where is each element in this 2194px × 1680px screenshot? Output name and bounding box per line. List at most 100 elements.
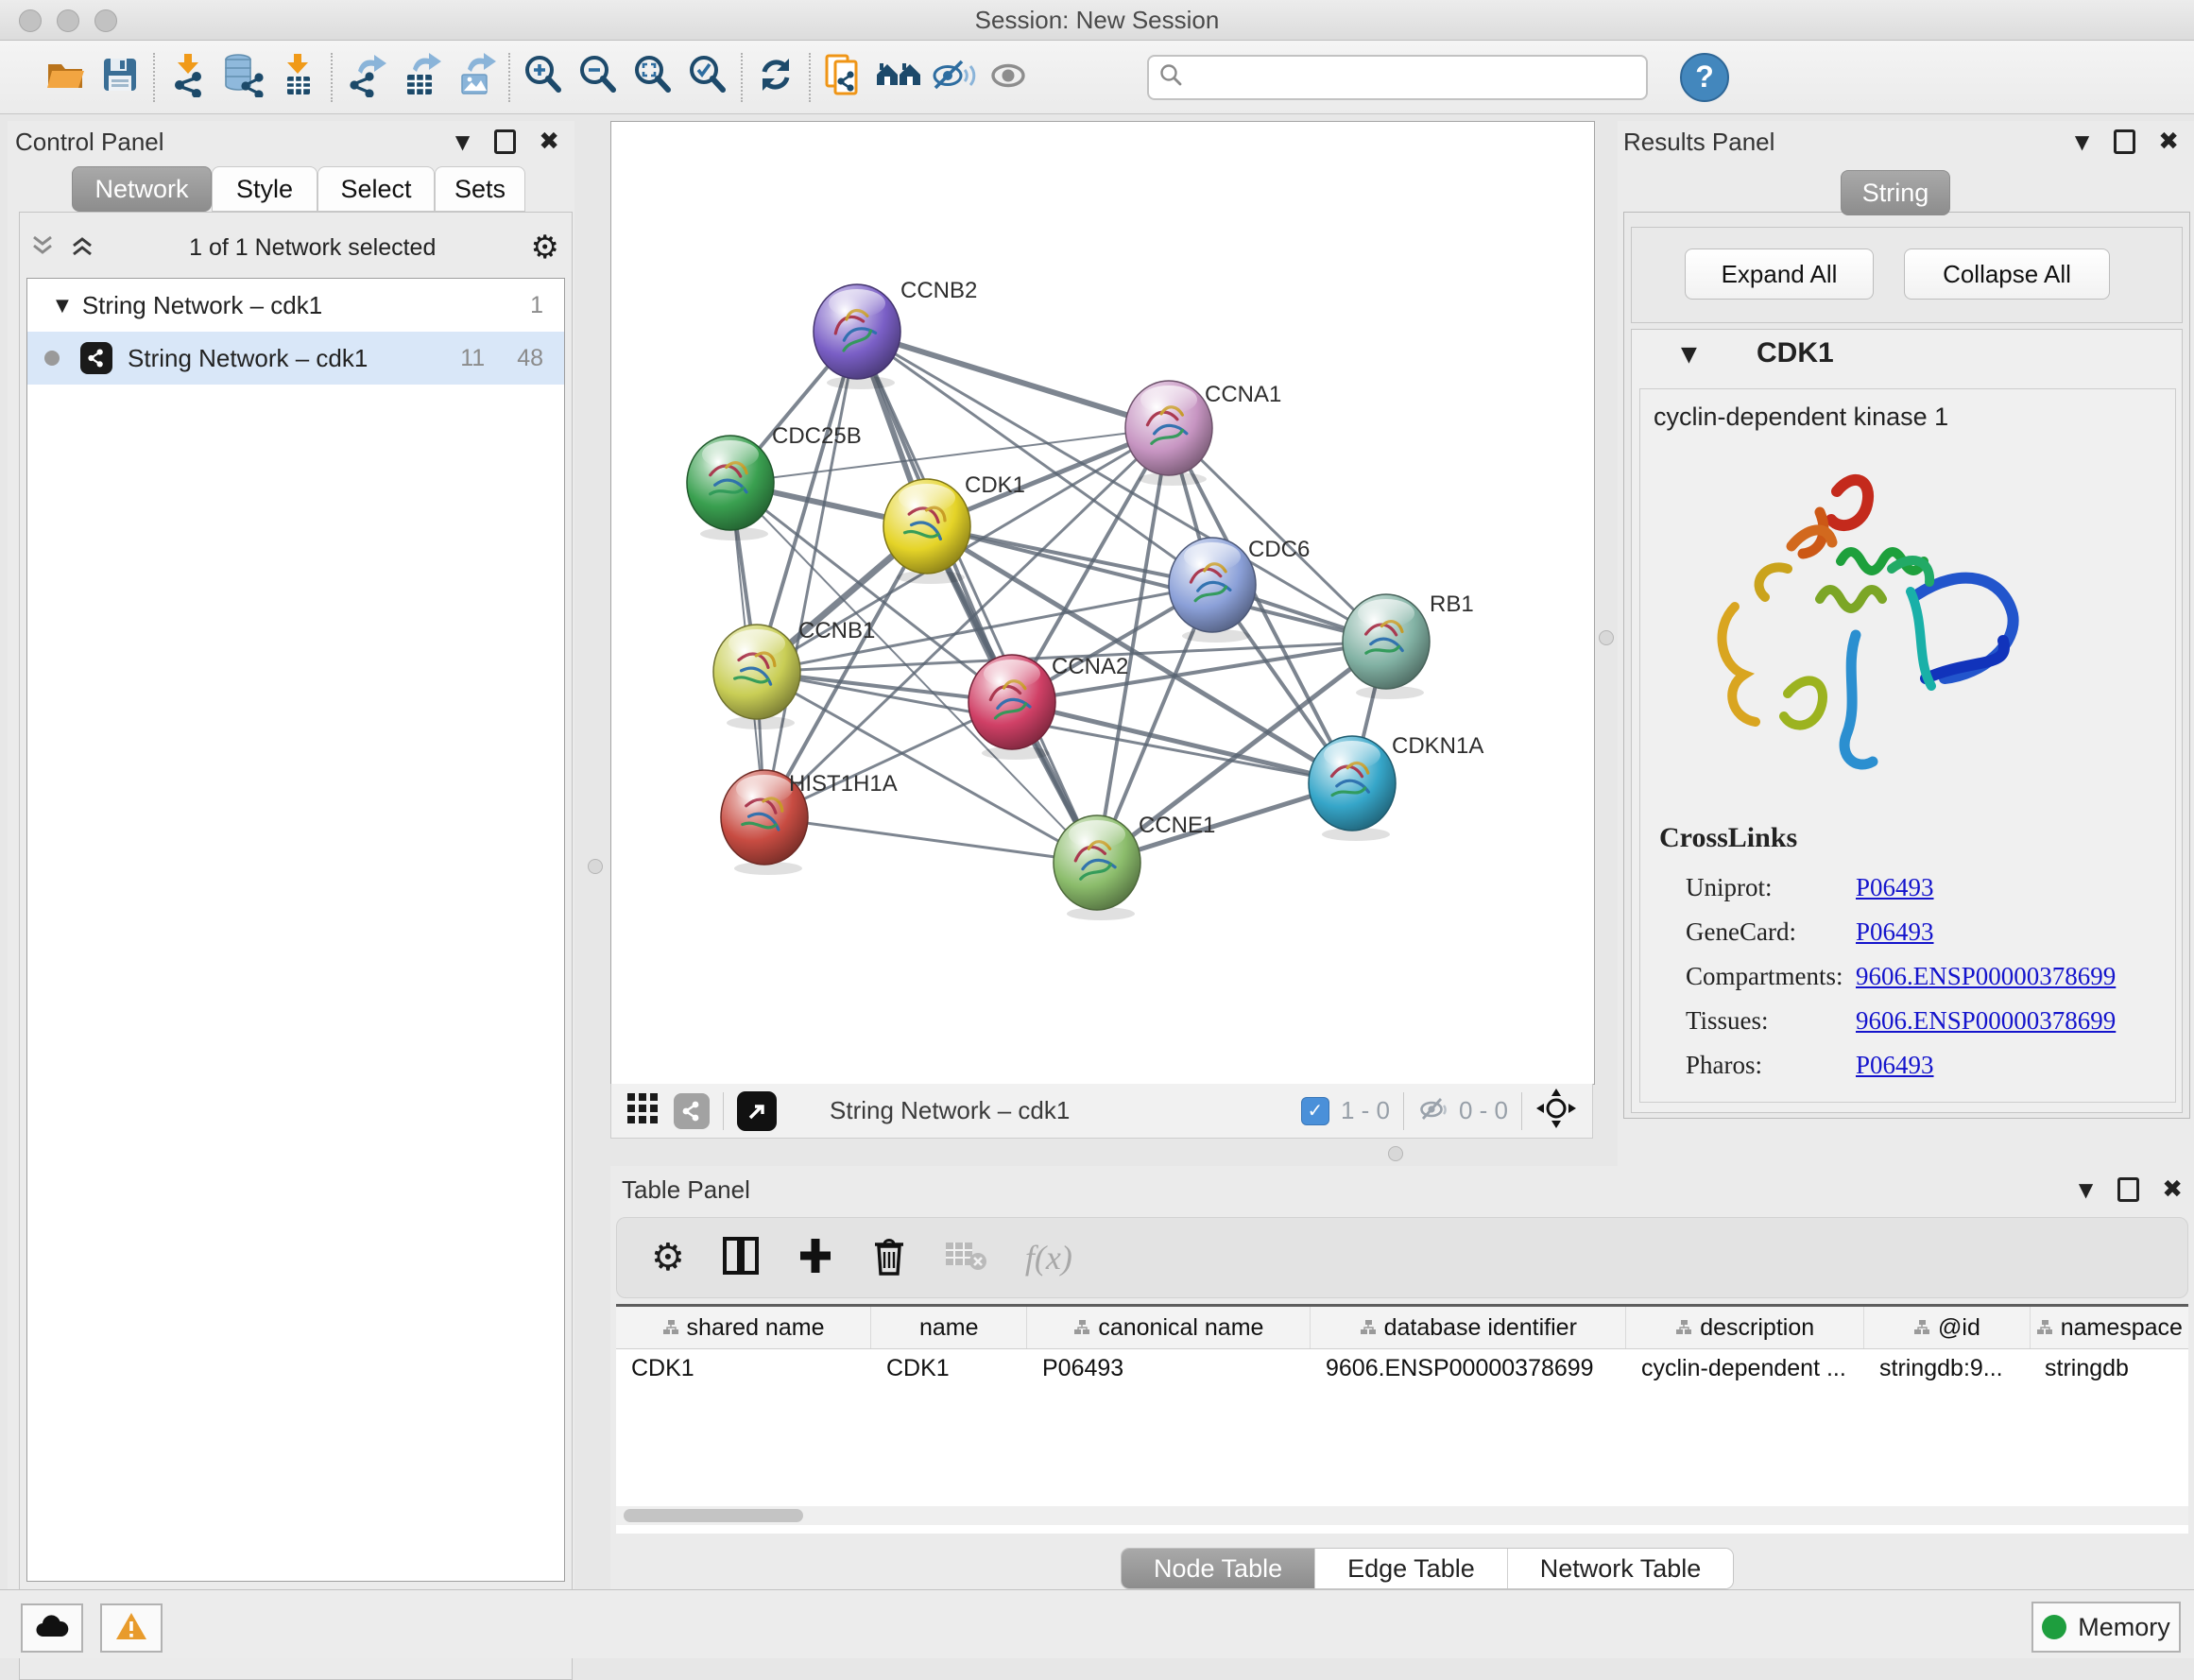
crosslink-value[interactable]: P06493 [1856, 873, 1934, 902]
zoom-selected-icon [685, 52, 730, 102]
add-column-icon[interactable] [797, 1235, 834, 1281]
gene-expander-icon[interactable]: ▼ [1681, 343, 1697, 367]
panel-collapse-button[interactable]: ▼ [455, 130, 470, 153]
hide-annotations-button[interactable] [926, 50, 981, 105]
control-panel-title: Control Panel [15, 128, 164, 157]
grid-view-icon[interactable] [626, 1092, 659, 1129]
expand-collapse-box: Expand All Collapse All [1631, 227, 2183, 323]
show-columns-icon[interactable] [721, 1235, 761, 1281]
window-close-light[interactable] [19, 9, 42, 32]
tab-style[interactable]: Style [212, 166, 317, 212]
crosslink-value[interactable]: P06493 [1856, 1051, 1934, 1080]
import-network-database-button[interactable] [215, 50, 270, 105]
delete-column-trash-icon[interactable] [870, 1234, 908, 1282]
zoom-in-button[interactable] [516, 50, 571, 105]
column-label: database identifier [1384, 1314, 1577, 1342]
table-panel-title: Table Panel [622, 1175, 750, 1205]
node-label-CCNB2: CCNB2 [900, 278, 977, 303]
open-session-button[interactable] [38, 50, 93, 105]
horizontal-splitter-handle[interactable] [1388, 1146, 1403, 1161]
gene-card: cyclin-dependent kinase 1 [1639, 388, 2176, 1103]
node-label-CDC25B: CDC25B [772, 423, 862, 449]
column-header[interactable]: @id [1864, 1307, 2030, 1348]
gene-section: ▼ CDK1 cyclin-dependent kinase 1 [1631, 329, 2183, 1113]
toolbar-divider [741, 53, 743, 102]
panel-close-button[interactable]: ✖ [2158, 128, 2179, 156]
tab-select[interactable]: Select [317, 166, 435, 212]
column-header[interactable]: name [871, 1307, 1027, 1348]
left-splitter-handle[interactable] [588, 859, 603, 874]
column-header[interactable]: shared name [616, 1307, 871, 1348]
panel-close-button[interactable]: ✖ [539, 128, 559, 156]
window-zoom-light[interactable] [94, 9, 117, 32]
help-button[interactable]: ? [1680, 53, 1729, 102]
panel-float-button[interactable] [494, 129, 516, 154]
table-row[interactable]: CDK1 CDK1 P06493 9606.ENSP00000378699 cy… [616, 1349, 2188, 1387]
expand-all-button[interactable]: Expand All [1685, 249, 1874, 300]
scrollbar-thumb[interactable] [624, 1509, 803, 1522]
collapse-all-button[interactable]: Collapse All [1904, 249, 2110, 300]
network-row[interactable]: String Network – cdk1 11 48 [27, 332, 564, 385]
save-session-button[interactable] [93, 50, 147, 105]
zoom-selected-button[interactable] [680, 50, 735, 105]
node-table: shared name name canonical name database… [616, 1304, 2188, 1534]
fit-selected-crosshair-icon[interactable] [1535, 1088, 1577, 1134]
memory-button[interactable]: Memory [2031, 1602, 2181, 1653]
network-options-gear-icon[interactable]: ⚙ [531, 229, 559, 266]
panel-float-button[interactable] [2114, 129, 2135, 154]
panel-collapse-button[interactable]: ▼ [2079, 1178, 2093, 1201]
warning-icon [114, 1611, 148, 1646]
window-minimize-light[interactable] [57, 9, 79, 32]
column-label: namespace [2061, 1314, 2183, 1342]
cloud-status-button[interactable] [21, 1603, 83, 1653]
refresh-button[interactable] [748, 50, 803, 105]
node-label-CCNA1: CCNA1 [1205, 382, 1281, 407]
tab-node-table[interactable]: Node Table [1122, 1549, 1315, 1588]
column-header[interactable]: canonical name [1027, 1307, 1311, 1348]
table-hscrollbar[interactable] [616, 1506, 2188, 1525]
import-network-file-button[interactable] [161, 50, 215, 105]
tab-sets[interactable]: Sets [435, 166, 525, 212]
export-network-button[interactable] [338, 50, 393, 105]
zoom-fit-button[interactable] [626, 50, 680, 105]
crosslink-value[interactable]: 9606.ENSP00000378699 [1856, 1006, 2116, 1036]
network-canvas[interactable]: CCNB2CCNA1CDC25BCDK1CDC6RB1CCNB1CCNA2CDK… [610, 121, 1595, 1085]
collapse-all-networks-icon[interactable] [30, 233, 55, 263]
expand-all-networks-icon[interactable] [70, 233, 94, 263]
warnings-button[interactable] [100, 1603, 163, 1653]
network-graph[interactable]: CCNB2CCNA1CDC25BCDK1CDC6RB1CCNB1CCNA2CDK… [611, 122, 1594, 1084]
search-input[interactable] [1191, 63, 1637, 92]
panel-collapse-button[interactable]: ▼ [2075, 130, 2089, 153]
tab-network-table[interactable]: Network Table [1508, 1549, 1734, 1588]
column-header[interactable]: database identifier [1311, 1307, 1626, 1348]
tab-string[interactable]: String [1841, 170, 1950, 215]
column-header[interactable]: namespace [2031, 1307, 2188, 1348]
import-table-file-button[interactable] [270, 50, 325, 105]
clone-network-button[interactable] [816, 50, 871, 105]
current-network-dot-icon [44, 351, 60, 366]
tree-expander-icon[interactable]: ▼ [56, 296, 69, 316]
cell-description: cyclin-dependent ... [1626, 1349, 1864, 1387]
tab-network[interactable]: Network [72, 166, 212, 212]
crosslink-value[interactable]: P06493 [1856, 917, 1934, 947]
show-all-networks-button[interactable] [871, 50, 926, 105]
network-collection-row[interactable]: ▼ String Network – cdk1 1 [27, 279, 564, 332]
clone-network-icon [821, 52, 866, 102]
export-image-button[interactable] [448, 50, 503, 105]
import-network-icon [165, 52, 211, 102]
cell-namespace: stringdb [2030, 1349, 2188, 1387]
panel-close-button[interactable]: ✖ [2162, 1175, 2183, 1204]
show-annotations-button[interactable] [981, 50, 1036, 105]
tab-edge-table[interactable]: Edge Table [1315, 1549, 1508, 1588]
network-share-icon[interactable] [674, 1093, 710, 1129]
export-table-button[interactable] [393, 50, 448, 105]
selected-checkbox-icon[interactable]: ✓ [1301, 1097, 1329, 1125]
right-splitter-handle[interactable] [1599, 630, 1614, 645]
crosslink-value[interactable]: 9606.ENSP00000378699 [1856, 962, 2116, 991]
table-options-gear-icon[interactable]: ⚙ [651, 1236, 685, 1279]
zoom-out-button[interactable] [571, 50, 626, 105]
search-field[interactable] [1147, 55, 1648, 100]
open-in-window-icon[interactable] [737, 1091, 777, 1131]
column-header[interactable]: description [1626, 1307, 1864, 1348]
panel-float-button[interactable] [2117, 1177, 2139, 1202]
